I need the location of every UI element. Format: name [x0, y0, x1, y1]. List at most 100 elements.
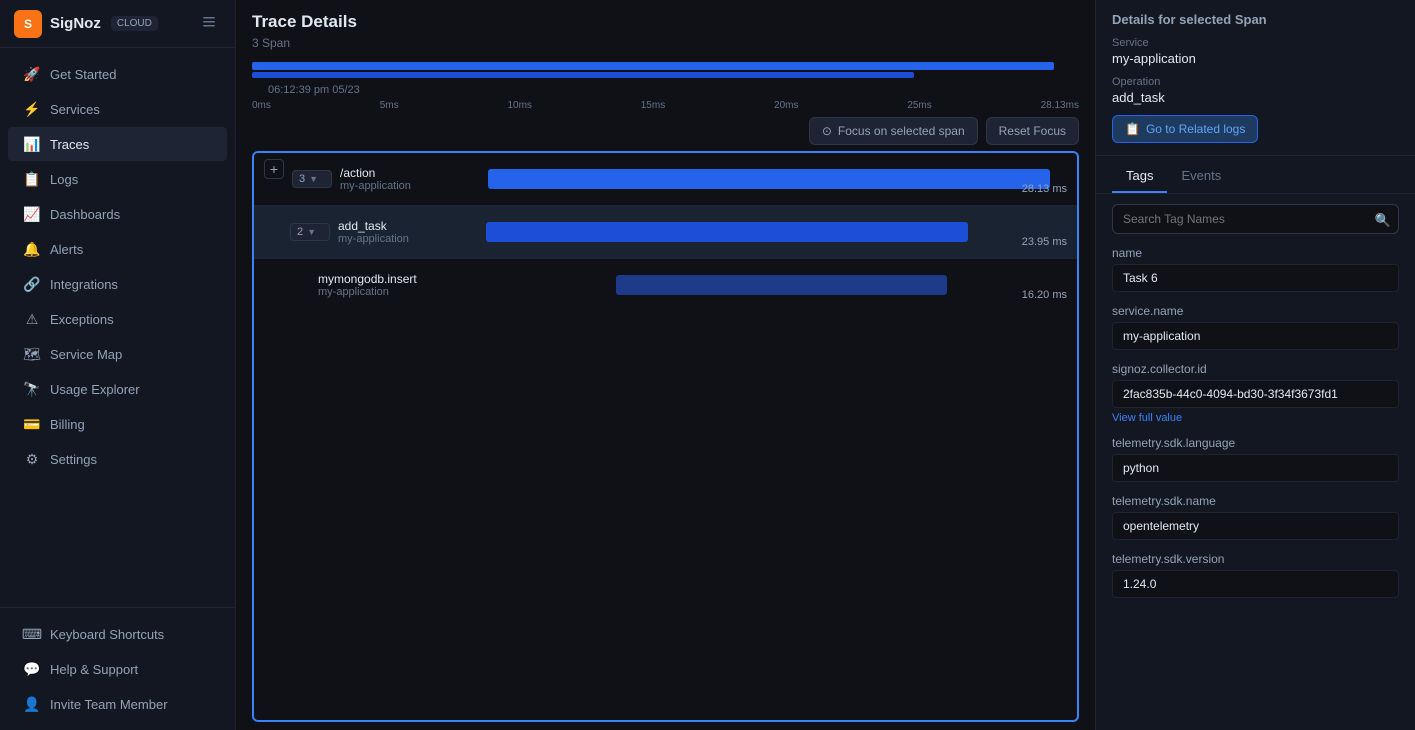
tag-key-collector-id: signoz.collector.id	[1112, 362, 1399, 376]
sidebar-item-service-map[interactable]: 🗺 Service Map	[8, 337, 227, 371]
chevron-down-icon: ▼	[307, 227, 316, 237]
tab-tags[interactable]: Tags	[1112, 160, 1167, 193]
trace-title: Trace Details	[252, 12, 357, 32]
sidebar-item-get-started[interactable]: 🚀 Get Started	[8, 57, 227, 91]
span-service: my-application	[338, 233, 478, 245]
sidebar-item-invite-team[interactable]: 👤 Invite Team Member	[8, 687, 227, 721]
dashboards-icon: 📈	[24, 206, 40, 222]
trace-body: + 3 ▼ /action my-application 28.13 ms	[236, 151, 1095, 730]
app-name: SigNoz	[50, 15, 101, 32]
logs-icon: 📋	[1125, 122, 1140, 136]
sidebar-item-exceptions[interactable]: ⚠ Exceptions	[8, 302, 227, 336]
add-span-button[interactable]: +	[264, 159, 284, 179]
tag-key-sdk-version: telemetry.sdk.version	[1112, 552, 1399, 566]
tag-value-collector-id: 2fac835b-44c0-4094-bd30-3f34f3673fd1	[1112, 380, 1399, 408]
services-icon: ⚡	[24, 101, 40, 117]
span-name: /action	[340, 166, 480, 180]
tick-15ms: 15ms	[641, 100, 665, 111]
sidebar-item-label: Service Map	[50, 347, 122, 362]
tag-value-sdk-language: python	[1112, 454, 1399, 482]
span-number: 3 ▼	[292, 170, 332, 188]
sidebar-item-label: Usage Explorer	[50, 382, 140, 397]
span-duration: 23.95 ms	[1022, 236, 1067, 248]
span-name: add_task	[338, 219, 478, 233]
sidebar-item-dashboards[interactable]: 📈 Dashboards	[8, 197, 227, 231]
tag-value-sdk-version: 1.24.0	[1112, 570, 1399, 598]
sidebar: S SigNoz CLOUD 🚀 Get Started ⚡ Services …	[0, 0, 236, 730]
trace-span-count: 3 Span	[252, 36, 357, 50]
sidebar-item-label: Exceptions	[50, 312, 114, 327]
trace-row[interactable]: mymongodb.insert my-application 16.20 ms	[254, 259, 1077, 311]
sidebar-item-label: Traces	[50, 137, 89, 152]
tick-28ms: 28.13ms	[1041, 100, 1079, 111]
focus-icon: ⊙	[822, 124, 832, 138]
span-number: 2 ▼	[290, 223, 330, 241]
tick-0ms: 0ms	[252, 100, 271, 111]
main-content: Trace Details 3 Span 06:12:39 pm 05/23 0…	[236, 0, 1095, 730]
operation-value: add_task	[1112, 90, 1399, 105]
sidebar-item-usage-explorer[interactable]: 🔭 Usage Explorer	[8, 372, 227, 406]
traces-icon: 📊	[24, 136, 40, 152]
sidebar-footer: ⌨ Keyboard Shortcuts 💬 Help & Support 👤 …	[0, 607, 235, 730]
span-duration: 28.13 ms	[1022, 183, 1067, 195]
focus-selected-span-button[interactable]: ⊙ Focus on selected span	[809, 117, 978, 145]
get-started-icon: 🚀	[24, 66, 40, 82]
tick-10ms: 10ms	[507, 100, 531, 111]
sidebar-item-label: Integrations	[50, 277, 118, 292]
sidebar-item-label: Invite Team Member	[50, 697, 168, 712]
sidebar-item-integrations[interactable]: 🔗 Integrations	[8, 267, 227, 301]
tag-search-input[interactable]	[1112, 204, 1399, 234]
chevron-down-icon: ▼	[309, 174, 318, 184]
sidebar-nav: 🚀 Get Started ⚡ Services 📊 Traces 📋 Logs…	[0, 48, 235, 607]
tag-key-name: name	[1112, 246, 1399, 260]
sidebar-item-services[interactable]: ⚡ Services	[8, 92, 227, 126]
sidebar-collapse-button[interactable]	[197, 10, 221, 37]
span-name: mymongodb.insert	[318, 272, 458, 286]
toolbar: ⊙ Focus on selected span Reset Focus	[236, 111, 1095, 151]
sidebar-item-label: Settings	[50, 452, 97, 467]
alerts-icon: 🔔	[24, 241, 40, 257]
tag-section: name Task 6 service.name my-application …	[1096, 234, 1415, 606]
settings-icon: ⚙	[24, 451, 40, 467]
trace-container: + 3 ▼ /action my-application 28.13 ms	[252, 151, 1079, 722]
sidebar-item-billing[interactable]: 💳 Billing	[8, 407, 227, 441]
sidebar-item-label: Get Started	[50, 67, 116, 82]
help-support-icon: 💬	[24, 661, 40, 677]
billing-icon: 💳	[24, 416, 40, 432]
trace-timestamp: 06:12:39 pm 05/23	[252, 80, 1079, 100]
sidebar-item-label: Billing	[50, 417, 85, 432]
sidebar-item-alerts[interactable]: 🔔 Alerts	[8, 232, 227, 266]
reset-focus-button[interactable]: Reset Focus	[986, 117, 1079, 145]
trace-row[interactable]: 2 ▼ add_task my-application 23.95 ms	[254, 206, 1077, 259]
panel-tabs: Tags Events	[1096, 160, 1415, 194]
sidebar-item-label: Services	[50, 102, 100, 117]
service-label: Service	[1112, 37, 1399, 49]
logs-icon: 📋	[24, 171, 40, 187]
tag-search-row: 🔍	[1096, 194, 1415, 234]
sidebar-item-traces[interactable]: 📊 Traces	[8, 127, 227, 161]
tab-events[interactable]: Events	[1167, 160, 1235, 193]
tag-value-sdk-name: opentelemetry	[1112, 512, 1399, 540]
sidebar-header: S SigNoz CLOUD	[0, 0, 235, 48]
integrations-icon: 🔗	[24, 276, 40, 292]
trace-header: Trace Details 3 Span 06:12:39 pm 05/23 0…	[236, 0, 1095, 111]
sidebar-item-keyboard-shortcuts[interactable]: ⌨ Keyboard Shortcuts	[8, 617, 227, 651]
sidebar-item-help-support[interactable]: 💬 Help & Support	[8, 652, 227, 686]
tick-5ms: 5ms	[380, 100, 399, 111]
tick-25ms: 25ms	[907, 100, 931, 111]
right-panel-header: Details for selected Span Service my-app…	[1096, 0, 1415, 156]
sidebar-item-label: Logs	[50, 172, 78, 187]
sidebar-item-logs[interactable]: 📋 Logs	[8, 162, 227, 196]
right-panel-title: Details for selected Span	[1112, 12, 1399, 27]
view-full-value-link[interactable]: View full value	[1112, 412, 1399, 424]
tag-value-service-name: my-application	[1112, 322, 1399, 350]
app-badge: CLOUD	[111, 16, 158, 31]
sidebar-item-label: Alerts	[50, 242, 83, 257]
tag-key-service-name: service.name	[1112, 304, 1399, 318]
service-map-icon: 🗺	[24, 346, 40, 362]
sidebar-item-label: Help & Support	[50, 662, 138, 677]
sidebar-item-settings[interactable]: ⚙ Settings	[8, 442, 227, 476]
go-to-related-logs-button[interactable]: 📋 Go to Related logs	[1112, 115, 1258, 143]
trace-row[interactable]: + 3 ▼ /action my-application 28.13 ms	[254, 153, 1077, 206]
sidebar-item-label: Dashboards	[50, 207, 120, 222]
